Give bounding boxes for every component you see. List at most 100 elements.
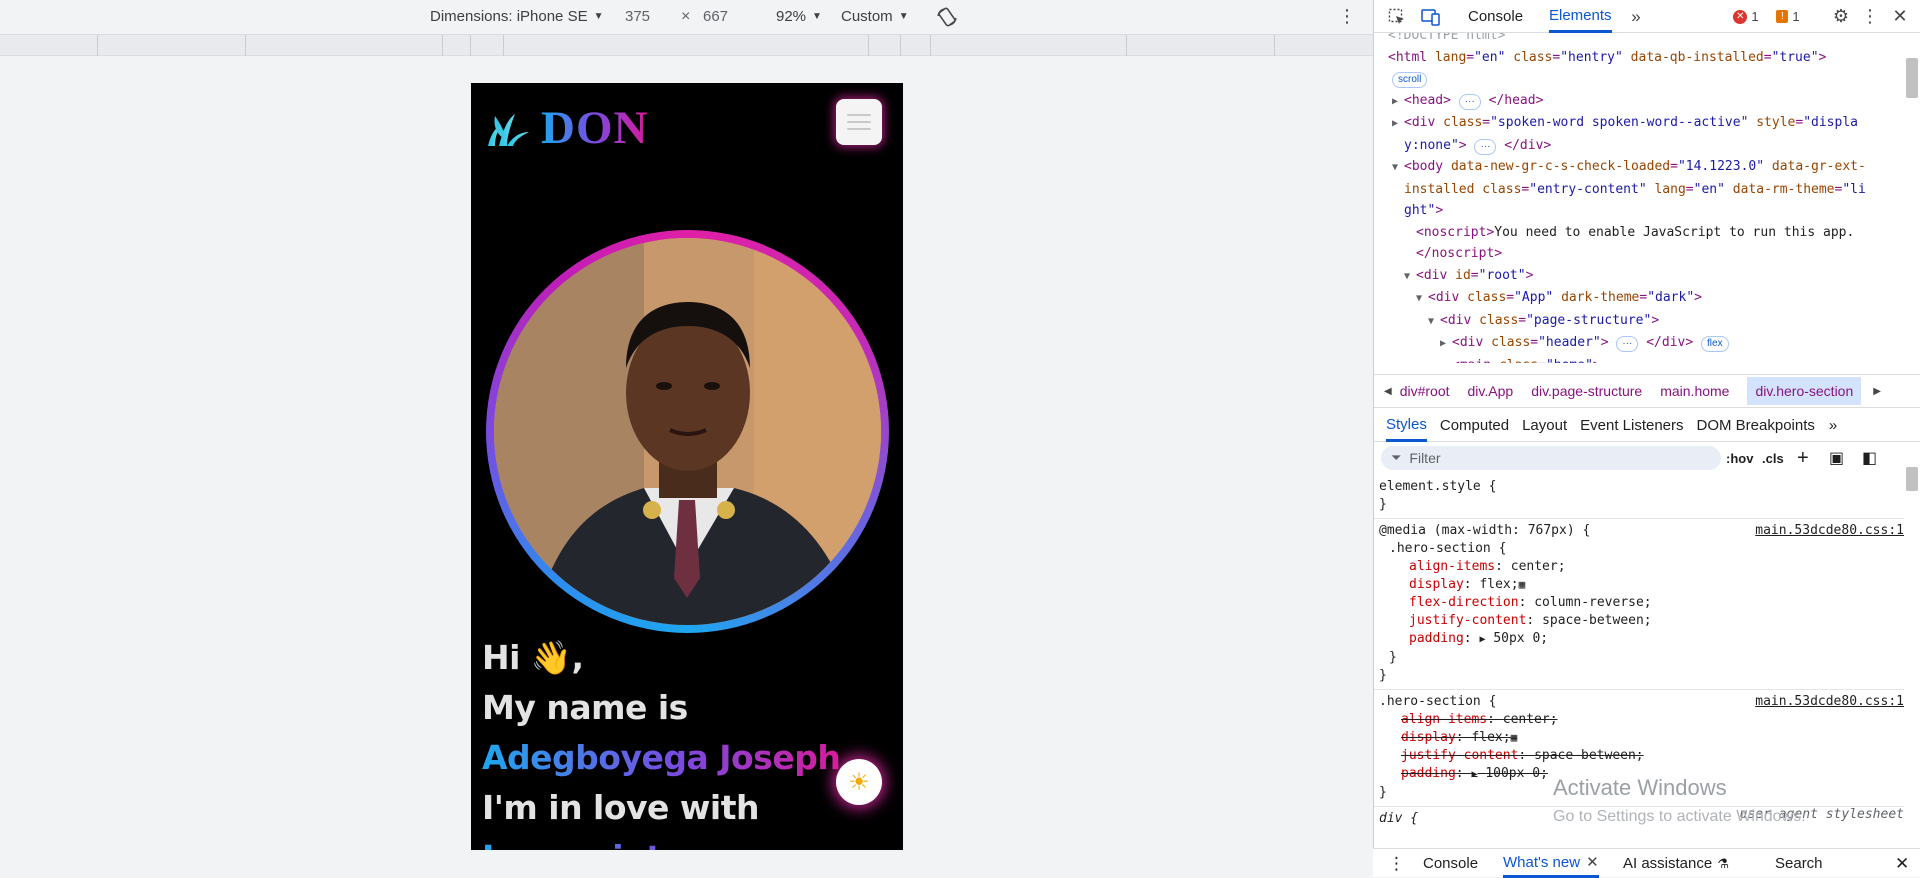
declaration[interactable]: padding: ▶ 50px 0; bbox=[1379, 630, 1900, 649]
tab-styles[interactable]: Styles bbox=[1386, 410, 1427, 442]
chevron-down-icon: ▼ bbox=[593, 11, 604, 22]
more-options-icon[interactable]: ⋮ bbox=[1338, 0, 1356, 33]
declaration[interactable]: display: flex;▦ bbox=[1379, 576, 1900, 594]
site-logo[interactable]: DON bbox=[485, 101, 648, 155]
breadcrumb-right-icon[interactable]: ▶ bbox=[1873, 386, 1881, 397]
rotate-icon[interactable] bbox=[936, 0, 958, 33]
height-input[interactable]: 667 bbox=[703, 0, 728, 33]
dom-node[interactable]: <html lang="en" class="hentry" data-qb-i… bbox=[1374, 47, 1904, 69]
sun-icon: ☀ bbox=[848, 768, 870, 796]
dom-tree: <!DOCTYPE html> <html lang="en" class="h… bbox=[1374, 33, 1904, 363]
tab-console[interactable]: Console bbox=[1468, 0, 1523, 33]
close-drawer-icon[interactable]: ✕ bbox=[1895, 849, 1909, 878]
inspect-element-icon[interactable] bbox=[1386, 0, 1408, 33]
paint-brush-icon[interactable]: ▣ bbox=[1829, 448, 1844, 468]
error-count: 1 bbox=[1751, 9, 1759, 24]
times-icon: × bbox=[681, 7, 691, 25]
overridden-declaration[interactable]: align-items: center; bbox=[1379, 711, 1900, 729]
more-tabs-icon[interactable]: » bbox=[1626, 0, 1646, 33]
more-options-icon[interactable]: ⋮ bbox=[1861, 0, 1879, 33]
hamburger-menu-button[interactable] bbox=[836, 99, 882, 145]
rule-close: } bbox=[1379, 497, 1387, 512]
dimensions-dropdown[interactable]: Dimensions: iPhone SE ▼ bbox=[430, 0, 604, 33]
dom-node-cont: </noscript> bbox=[1416, 246, 1503, 261]
dom-node[interactable]: <noscript>You need to enable JavaScript … bbox=[1374, 222, 1904, 244]
drawer-tab-console[interactable]: Console bbox=[1423, 849, 1478, 878]
cls-toggle[interactable]: .cls bbox=[1762, 451, 1784, 466]
drawer-tab-whats-new[interactable]: What's new ✕ bbox=[1503, 849, 1599, 878]
breadcrumb-item-active[interactable]: div.hero-section bbox=[1747, 377, 1862, 405]
device-toolbar: Dimensions: iPhone SE ▼ 375 × 667 92% ▼ … bbox=[0, 0, 1373, 33]
breadcrumb-item[interactable]: div.page-structure bbox=[1531, 383, 1642, 399]
dom-node[interactable]: ▼ <body data-new-gr-c-s-check-loaded="14.… bbox=[1374, 156, 1904, 179]
error-counter[interactable]: ✕ 1 bbox=[1724, 0, 1768, 33]
chevron-down-icon: ▼ bbox=[898, 11, 909, 22]
overridden-declaration[interactable]: display: flex;▦ bbox=[1379, 729, 1900, 747]
expand-icon[interactable]: ▶ bbox=[1479, 634, 1485, 645]
declaration[interactable]: justify-content: space-between; bbox=[1379, 612, 1900, 630]
add-rule-icon[interactable]: + bbox=[1797, 447, 1809, 470]
breadcrumb-item[interactable]: div#root bbox=[1400, 383, 1450, 399]
device-toolbar-toggle-icon[interactable] bbox=[1419, 0, 1443, 33]
theme-toggle-button[interactable]: ☀ bbox=[836, 759, 882, 805]
error-icon: ✕ bbox=[1733, 9, 1748, 24]
drawer-tab-ai-label: AI assistance bbox=[1623, 855, 1713, 872]
zoom-dropdown[interactable]: 92% ▼ bbox=[776, 0, 822, 33]
styles-scrollbar[interactable] bbox=[1906, 467, 1918, 491]
styles-tabbar: Styles Computed Layout Event Listeners D… bbox=[1374, 410, 1920, 442]
devtools-tabbar: Console Elements » ✕ 1 ! 1 ⚙ ⋮ ✕ bbox=[1374, 0, 1920, 33]
tab-computed[interactable]: Computed bbox=[1440, 410, 1509, 442]
tab-dom-breakpoints[interactable]: DOM Breakpoints bbox=[1697, 410, 1815, 442]
sidebar-toggle-icon[interactable]: ◧ bbox=[1862, 448, 1877, 468]
flex-editor-icon[interactable]: ▦ bbox=[1519, 578, 1526, 591]
menu-line bbox=[847, 121, 871, 123]
menu-line bbox=[847, 128, 871, 130]
more-tabs-icon[interactable]: » bbox=[1829, 410, 1837, 442]
dom-node[interactable]: ▶ <div class="header"> ··· </div> flex bbox=[1374, 332, 1904, 355]
activate-windows-subtitle: Go to Settings to activate Windows. bbox=[1553, 808, 1806, 825]
settings-gear-icon[interactable]: ⚙ bbox=[1830, 0, 1852, 33]
tab-event-listeners[interactable]: Event Listeners bbox=[1580, 410, 1683, 442]
dom-badge-row: scroll bbox=[1374, 68, 1904, 90]
dom-node[interactable]: ▶ <head> ··· </head> bbox=[1374, 90, 1904, 113]
drawer-menu-icon[interactable]: ⋮ bbox=[1388, 849, 1405, 878]
close-icon[interactable]: ✕ bbox=[1586, 853, 1599, 871]
greeting-line: Hi 👋, bbox=[482, 638, 584, 677]
throttle-dropdown[interactable]: Custom ▼ bbox=[841, 0, 909, 33]
close-devtools-icon[interactable]: ✕ bbox=[1890, 0, 1910, 33]
rule-selector: element.style { bbox=[1379, 479, 1497, 494]
warning-counter[interactable]: ! 1 bbox=[1768, 0, 1808, 33]
width-input[interactable]: 375 bbox=[625, 0, 650, 33]
typed-skill-line: Javascript bbox=[482, 833, 840, 850]
element-style-rule[interactable]: element.style { } bbox=[1374, 475, 1904, 519]
declaration[interactable]: flex-direction: column-reverse; bbox=[1379, 594, 1900, 612]
dom-node[interactable]: ▼ <div class="App" dark-theme="dark"> bbox=[1374, 287, 1904, 310]
media-rule[interactable]: @media (max-width: 767px) { main.53dcde8… bbox=[1374, 519, 1904, 690]
styles-filter-input[interactable]: ⏷ Filter bbox=[1381, 446, 1721, 470]
dom-node[interactable]: ▼<main class="home"> bbox=[1374, 355, 1904, 364]
scroll-badge[interactable]: scroll bbox=[1392, 72, 1428, 88]
declaration[interactable]: align-items: center; bbox=[1379, 558, 1900, 576]
breadcrumb-item[interactable]: main.home bbox=[1660, 383, 1729, 399]
menu-line bbox=[847, 114, 871, 116]
drawer-tab-search[interactable]: Search bbox=[1775, 849, 1823, 878]
breadcrumb-left-icon[interactable]: ◀ bbox=[1384, 386, 1392, 397]
tab-layout[interactable]: Layout bbox=[1522, 410, 1567, 442]
source-link[interactable]: main.53dcde80.css:1 bbox=[1755, 522, 1904, 540]
dom-node-cont: installed class="entry-content" lang="en… bbox=[1404, 181, 1866, 197]
hov-toggle[interactable]: :hov bbox=[1726, 451, 1753, 466]
dom-node[interactable]: ▼ <div class="page-structure"> bbox=[1374, 310, 1904, 333]
activate-windows-title: Activate Windows bbox=[1553, 775, 1727, 800]
tab-elements[interactable]: Elements bbox=[1549, 0, 1612, 33]
dom-node[interactable]: ▶ <div class="spoken-word spoken-word--ac… bbox=[1374, 112, 1904, 135]
emulated-phone-screen: DON Hi 👋, My name is Adegboyega Joseph I… bbox=[471, 83, 903, 850]
dom-tree-scrollbar[interactable] bbox=[1906, 58, 1918, 98]
source-link[interactable]: main.53dcde80.css:1 bbox=[1755, 693, 1904, 711]
dom-node[interactable]: ▼ <div id="root"> bbox=[1374, 265, 1904, 288]
breadcrumb-item[interactable]: div.App bbox=[1468, 383, 1514, 399]
overridden-declaration[interactable]: justify-content: space-between; bbox=[1379, 747, 1900, 765]
devtools-drawer: ⋮ Console What's new ✕ AI assistance ⚗ S… bbox=[1373, 848, 1920, 878]
drawer-tab-ai-assistance[interactable]: AI assistance ⚗ bbox=[1623, 849, 1729, 878]
breadcrumb: ◀ div#root div.App div.page-structure ma… bbox=[1374, 374, 1920, 408]
filter-placeholder: Filter bbox=[1409, 450, 1441, 466]
